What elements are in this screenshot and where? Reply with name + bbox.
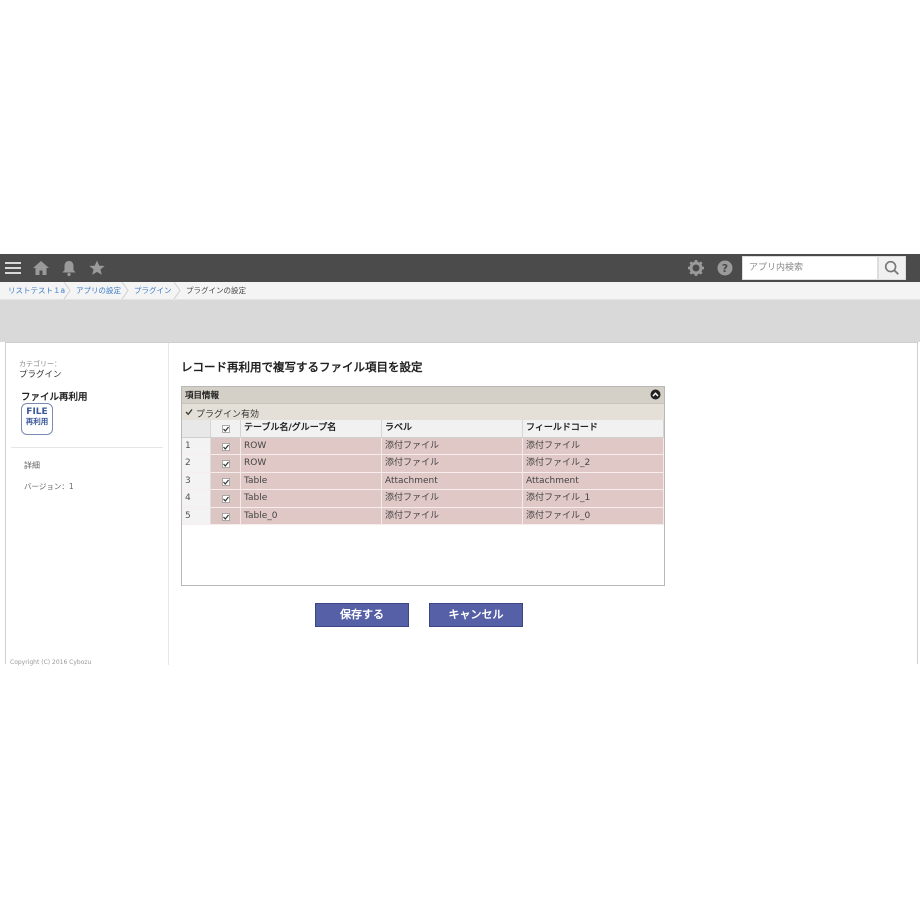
copyright-text: Copyright (C) 2016 Cybozu — [10, 659, 91, 666]
row-number: 4 — [182, 490, 211, 508]
plugin-logo-line2: 再利用 — [22, 417, 52, 427]
row-label: 添付ファイル — [382, 508, 523, 526]
detail-label: 詳細 — [24, 460, 40, 471]
main-panel: カテゴリー： プラグイン ファイル再利用 FILE 再利用 詳細 バージョン：1… — [5, 342, 918, 664]
chevron-right-icon — [173, 282, 181, 299]
table-row: 4 Table 添付ファイル 添付ファイル_1 — [182, 490, 664, 508]
row-check-cell — [211, 455, 241, 473]
row-table-name: ROW — [241, 438, 382, 456]
row-table-name: Table — [241, 490, 382, 508]
search-input[interactable] — [742, 256, 878, 280]
plugin-name: ファイル再利用 — [21, 389, 88, 403]
breadcrumb: リストテスト１a アプリの設定 プラグイン プラグインの設定 — [0, 282, 920, 300]
star-icon[interactable] — [87, 258, 107, 278]
plugin-enabled-checkbox[interactable] — [185, 408, 193, 416]
field-settings-table: 項目情報 プラグイン有効 テーブル名/グループ名 ラベル フィールドコード — [181, 386, 665, 586]
plugin-sidebar: カテゴリー： プラグイン ファイル再利用 FILE 再利用 詳細 バージョン：1 — [6, 343, 169, 665]
row-check-cell — [211, 490, 241, 508]
row-check-cell — [211, 508, 241, 526]
row-table-name: Table — [241, 473, 382, 491]
column-header-code: フィールドコード — [523, 420, 664, 438]
cancel-button[interactable]: キャンセル — [429, 603, 523, 627]
row-label: 添付ファイル — [382, 438, 523, 456]
row-field-code: Attachment — [523, 473, 664, 491]
row-check-cell — [211, 473, 241, 491]
chevron-right-icon — [121, 282, 129, 299]
row-field-code: 添付ファイル — [523, 438, 664, 456]
version-label: バージョン：1 — [24, 481, 74, 492]
row-checkbox[interactable] — [222, 443, 230, 451]
svg-text:?: ? — [722, 262, 728, 275]
plugin-logo-line1: FILE — [22, 407, 52, 417]
plugin-enabled-label: プラグイン有効 — [196, 407, 259, 420]
section-header: 項目情報 — [182, 387, 664, 403]
sidebar-divider — [11, 447, 163, 448]
table-row: 2 ROW 添付ファイル 添付ファイル_2 — [182, 455, 664, 473]
global-header: ? — [0, 254, 920, 282]
help-icon[interactable]: ? — [715, 258, 735, 278]
header-num-cell — [182, 420, 211, 438]
row-table-name: ROW — [241, 455, 382, 473]
row-checkbox[interactable] — [222, 513, 230, 521]
table-row: 5 Table_0 添付ファイル 添付ファイル_0 — [182, 508, 664, 526]
page-title: レコード再利用で複写するファイル項目を設定 — [181, 359, 423, 375]
row-checkbox[interactable] — [222, 478, 230, 486]
category-value: プラグイン — [19, 368, 62, 380]
row-field-code: 添付ファイル_2 — [523, 455, 664, 473]
breadcrumb-current: プラグインの設定 — [186, 285, 246, 296]
header-check-cell — [211, 420, 241, 438]
collapse-icon[interactable] — [650, 389, 661, 400]
bell-icon[interactable] — [59, 258, 79, 278]
row-table-name: Table_0 — [241, 508, 382, 526]
row-check-cell — [211, 438, 241, 456]
select-all-checkbox[interactable] — [222, 425, 230, 433]
page-band — [0, 300, 920, 342]
breadcrumb-plugins[interactable]: プラグイン — [134, 285, 172, 296]
column-header-label: ラベル — [382, 420, 523, 438]
gear-icon[interactable] — [686, 258, 706, 278]
menu-icon[interactable] — [3, 258, 23, 278]
section-title: 項目情報 — [185, 389, 219, 401]
table-row: 3 Table Attachment Attachment — [182, 473, 664, 491]
breadcrumb-app[interactable]: リストテスト１a — [8, 285, 65, 296]
row-label: 添付ファイル — [382, 455, 523, 473]
app-window: ? リストテスト１a アプリの設定 プラグイン プラグインの設定 カテゴリー： … — [0, 254, 920, 664]
breadcrumb-app-settings[interactable]: アプリの設定 — [76, 285, 121, 296]
row-number: 1 — [182, 438, 211, 456]
column-header-table: テーブル名/グループ名 — [241, 420, 382, 438]
table-row: 1 ROW 添付ファイル 添付ファイル — [182, 438, 664, 456]
row-field-code: 添付ファイル_1 — [523, 490, 664, 508]
row-checkbox[interactable] — [222, 460, 230, 468]
plugin-logo: FILE 再利用 — [21, 403, 53, 435]
search-icon — [883, 259, 901, 277]
row-number: 3 — [182, 473, 211, 491]
search-button[interactable] — [878, 256, 906, 280]
row-checkbox[interactable] — [222, 495, 230, 503]
row-number: 2 — [182, 455, 211, 473]
row-field-code: 添付ファイル_0 — [523, 508, 664, 526]
home-icon[interactable] — [31, 258, 51, 278]
table-header-row: テーブル名/グループ名 ラベル フィールドコード — [182, 420, 664, 438]
row-label: Attachment — [382, 473, 523, 491]
save-button[interactable]: 保存する — [315, 603, 409, 627]
row-label: 添付ファイル — [382, 490, 523, 508]
plugin-enabled-row[interactable]: プラグイン有効 — [182, 403, 664, 420]
chevron-right-icon — [63, 282, 71, 299]
row-number: 5 — [182, 508, 211, 526]
